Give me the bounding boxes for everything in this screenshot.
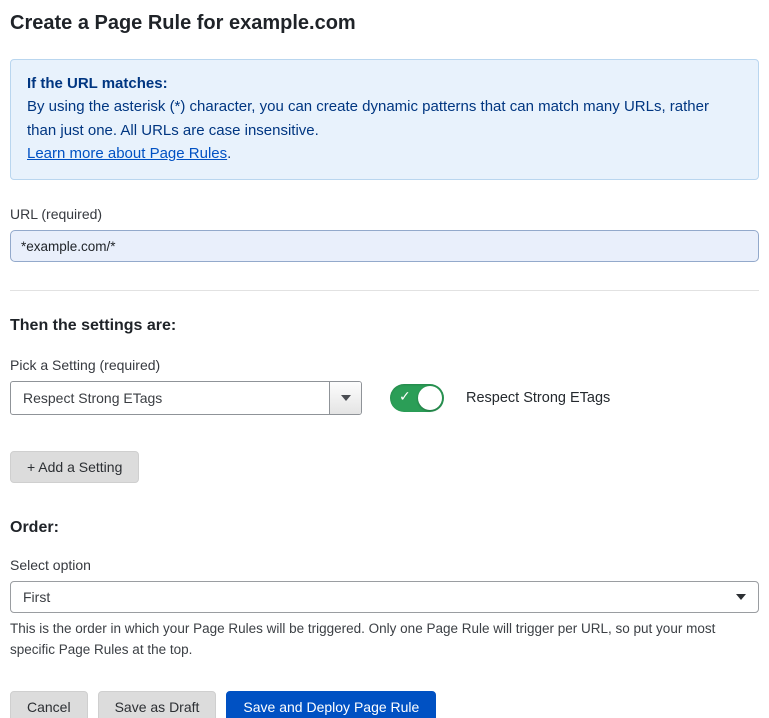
section-divider: [10, 290, 759, 291]
setting-select[interactable]: Respect Strong ETags: [10, 381, 362, 415]
info-box-heading: If the URL matches:: [27, 72, 742, 95]
order-select-value: First: [23, 589, 50, 605]
setting-row: Respect Strong ETags ✓ Respect Strong ET…: [10, 381, 759, 415]
chevron-down-icon: [736, 594, 746, 600]
page-title: Create a Page Rule for example.com: [10, 12, 759, 35]
toggle-check-icon: ✓: [399, 388, 411, 405]
save-draft-button[interactable]: Save as Draft: [98, 691, 217, 718]
info-box-body: By using the asterisk (*) character, you…: [27, 95, 742, 165]
add-setting-button[interactable]: + Add a Setting: [10, 451, 139, 483]
setting-select-value: Respect Strong ETags: [11, 382, 329, 414]
order-select-label: Select option: [10, 557, 759, 573]
link-period: .: [227, 145, 231, 162]
order-heading: Order:: [10, 519, 759, 537]
setting-select-arrow-button[interactable]: [329, 382, 361, 414]
etags-toggle-group: ✓ Respect Strong ETags: [390, 384, 610, 412]
url-match-info-box: If the URL matches: By using the asteris…: [10, 59, 759, 180]
cancel-button[interactable]: Cancel: [10, 691, 88, 718]
save-deploy-button[interactable]: Save and Deploy Page Rule: [226, 691, 436, 718]
order-section: Order: Select option First This is the o…: [10, 519, 759, 661]
etags-toggle[interactable]: ✓: [390, 384, 444, 412]
pick-setting-label: Pick a Setting (required): [10, 357, 759, 373]
action-buttons: Cancel Save as Draft Save and Deploy Pag…: [10, 691, 759, 718]
dropdown-arrow-icon: [341, 395, 351, 401]
settings-heading: Then the settings are:: [10, 317, 759, 335]
toggle-label: Respect Strong ETags: [466, 390, 610, 406]
create-page-rule-page: Create a Page Rule for example.com If th…: [0, 0, 769, 718]
order-help-text: This is the order in which your Page Rul…: [10, 619, 755, 661]
info-box-body-text: By using the asterisk (*) character, you…: [27, 98, 709, 138]
learn-more-link[interactable]: Learn more about Page Rules: [27, 145, 227, 162]
toggle-knob: [418, 386, 442, 410]
url-input[interactable]: [10, 230, 759, 262]
order-select[interactable]: First: [10, 581, 759, 613]
url-field-label: URL (required): [10, 206, 759, 222]
